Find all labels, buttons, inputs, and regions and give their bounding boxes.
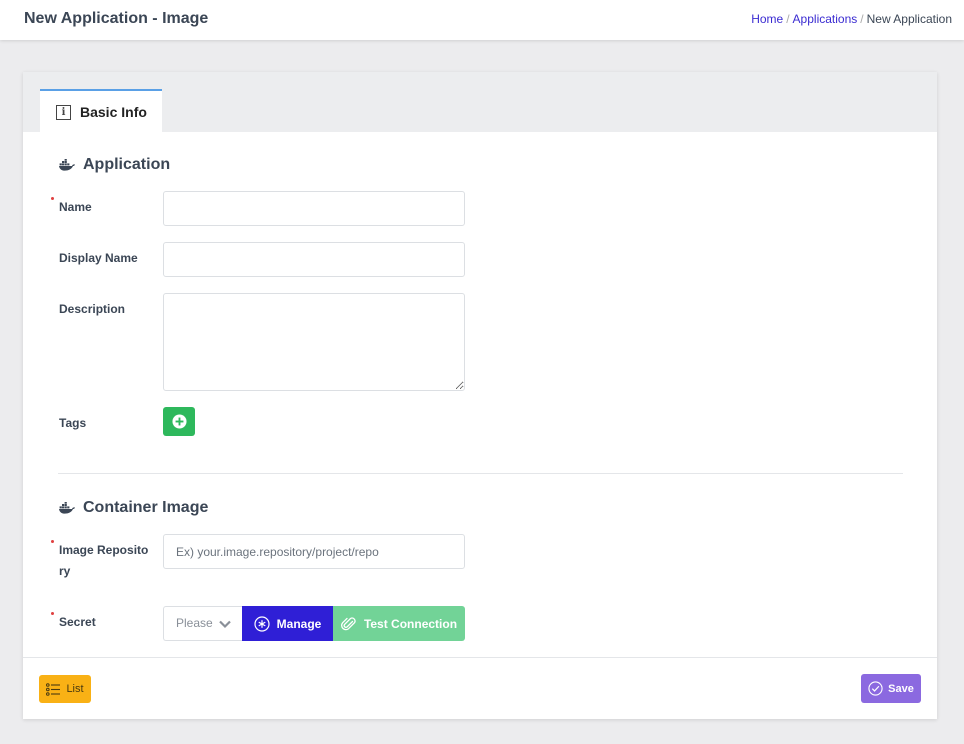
tab-label: Basic Info — [80, 103, 147, 120]
breadcrumb-separator: / — [786, 12, 790, 26]
plus-circle-icon — [171, 414, 187, 429]
breadcrumb-current: New Application — [866, 12, 952, 26]
breadcrumb-separator: / — [860, 12, 864, 26]
tab-basic-info[interactable]: i Basic Info — [40, 89, 162, 132]
required-indicator — [51, 540, 54, 543]
name-input[interactable] — [163, 191, 465, 226]
list-button-label: List — [66, 683, 84, 695]
docker-icon — [59, 159, 75, 171]
asterisk-circle-icon — [254, 615, 270, 632]
required-indicator — [51, 612, 54, 615]
paperclip-icon — [340, 616, 356, 630]
section-title-text: Container Image — [83, 499, 209, 516]
required-indicator — [51, 197, 54, 200]
secret-select-value: Please select — [176, 616, 213, 630]
docker-icon — [59, 502, 75, 514]
card-footer: List Save — [23, 657, 937, 719]
tab-bar: i Basic Info — [23, 72, 937, 132]
info-icon: i — [56, 105, 71, 120]
test-connection-button[interactable]: Test Connection — [333, 606, 465, 641]
image-repository-input[interactable] — [163, 534, 465, 569]
display-name-label: Display Name — [59, 251, 138, 265]
test-connection-label: Test Connection — [363, 616, 458, 631]
manage-button-label: Manage — [276, 616, 322, 631]
section-divider — [58, 473, 903, 474]
manage-button[interactable]: Manage — [242, 606, 333, 641]
secret-select[interactable]: Please select — [163, 606, 243, 641]
image-repository-label: Image Reposito ry — [59, 540, 148, 582]
tags-label: Tags — [59, 416, 87, 430]
name-label: Name — [59, 200, 92, 214]
display-name-input[interactable] — [163, 242, 465, 277]
label-line: Image Reposito — [59, 543, 149, 557]
list-icon — [46, 682, 61, 696]
save-button-label: Save — [888, 682, 914, 695]
secret-label: Secret — [59, 615, 96, 629]
breadcrumb-home-link[interactable]: Home — [751, 12, 783, 26]
description-textarea[interactable] — [163, 293, 465, 391]
list-button[interactable]: List — [39, 675, 91, 703]
save-button[interactable]: Save — [861, 674, 921, 703]
add-tag-button[interactable] — [163, 407, 195, 436]
label-line: ry — [59, 564, 71, 578]
check-circle-icon — [868, 681, 883, 696]
chevron-down-icon — [219, 620, 231, 629]
top-header: New Application - Image Home / Application… — [0, 0, 964, 40]
breadcrumb: Home / Applications / New Application — [751, 12, 952, 26]
container-section-title: Container Image — [59, 499, 208, 517]
form-card: i Basic Info Application Name Display Na… — [23, 72, 937, 719]
description-label: Description — [59, 302, 126, 316]
breadcrumb-applications-link[interactable]: Applications — [793, 12, 858, 26]
page-title: New Application - Image — [24, 10, 209, 27]
section-title-text: Application — [83, 156, 171, 173]
application-section-title: Application — [59, 156, 170, 174]
